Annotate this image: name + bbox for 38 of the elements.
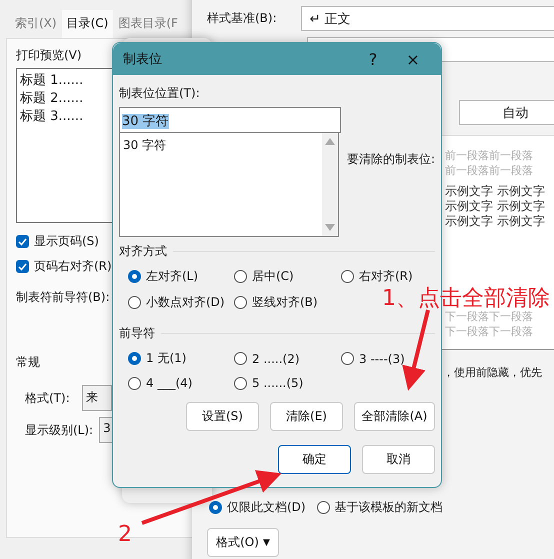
radio-label: 竖线对齐(B) <box>252 294 318 311</box>
preview-text: 下一段落下一段落 <box>445 309 534 324</box>
radio-label: 左对齐(L) <box>146 268 198 285</box>
radio-label: 小数点对齐(D) <box>146 294 225 311</box>
style-description: ，使用前隐藏，优先 <box>443 365 543 380</box>
field-label: 制表位位置(T): <box>119 85 201 102</box>
preview-text: 示例文字 示例文字 <box>445 214 546 229</box>
section-title: 常规 <box>16 354 40 371</box>
field-label: 要清除的制表位: <box>346 151 435 168</box>
radio-label: 2 .....(2) <box>252 352 300 366</box>
radio-label: 居中(C) <box>252 268 294 285</box>
preview-text: 示例文字 示例文字 <box>445 184 546 199</box>
preview-line: 标题 3...... <box>20 108 84 125</box>
checkbox-label: 页码右对齐(R) <box>34 258 112 275</box>
preview-text: 前一段落前一段落 <box>445 148 534 163</box>
caret-icon: ▼ <box>262 538 270 548</box>
preview-line: 标题 2...... <box>20 90 84 107</box>
radio-label: 基于该模板的新文档 <box>334 499 443 516</box>
group-label: 前导符 <box>119 325 155 342</box>
radio-label: 3 ----(3) <box>359 352 405 366</box>
checkbox-label: 显示页码(S) <box>34 233 99 250</box>
preview-text: 前一段落前一段落 <box>445 163 534 178</box>
radio-label: 5 ......(5) <box>252 376 304 390</box>
preview-text: 示例文字 示例文字 <box>445 199 546 214</box>
radio-label: 1 无(1) <box>146 350 186 367</box>
radio-label: 4 ___(4) <box>146 376 192 390</box>
level-label: 显示级别(L): <box>25 422 94 438</box>
preview-text: 下一段落下一段落 <box>445 324 534 339</box>
group-label: 对齐方式 <box>119 243 167 260</box>
preview-label: 打印预览(V) <box>16 47 82 64</box>
field-label: 样式基准(B): <box>207 10 277 27</box>
format-label: 格式(T): <box>25 390 70 406</box>
preview-line: 标题 1...... <box>20 72 84 89</box>
radio-label: 仅限此文档(D) <box>227 499 306 516</box>
annotation-text: 2 <box>118 522 132 547</box>
dialog-title: 制表位 <box>123 51 163 68</box>
radio-label: 右对齐(R) <box>359 268 413 285</box>
leader-label: 制表符前导符(B): <box>16 289 110 306</box>
